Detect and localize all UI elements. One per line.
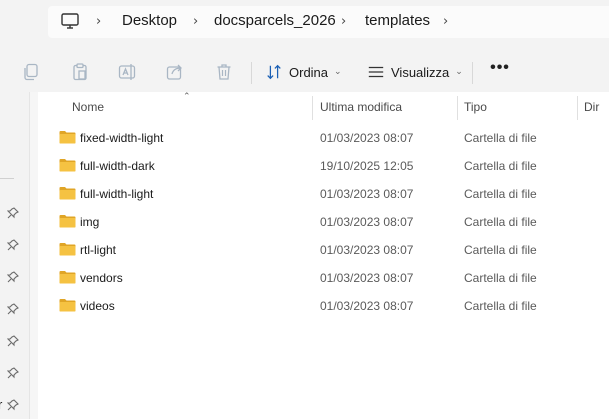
pin-icon[interactable] bbox=[6, 302, 19, 315]
file-row[interactable]: full-width-light 01/03/2023 08:07 Cartel… bbox=[38, 180, 609, 208]
view-label: Visualizza bbox=[391, 64, 450, 80]
file-name: videos bbox=[80, 299, 115, 313]
view-icon bbox=[368, 66, 384, 78]
toolbar-divider bbox=[251, 62, 252, 84]
chevron-right-icon[interactable]: › bbox=[443, 14, 448, 29]
address-bar: › Desktop › docsparcels_2026 › templates… bbox=[0, 0, 609, 44]
file-type: Cartella di file bbox=[464, 131, 537, 145]
folder-icon bbox=[59, 270, 76, 284]
file-row[interactable]: rtl-light 01/03/2023 08:07 Cartella di f… bbox=[38, 236, 609, 264]
pane-splitter[interactable] bbox=[30, 92, 38, 419]
file-row[interactable]: full-width-dark 19/10/2025 12:05 Cartell… bbox=[38, 152, 609, 180]
file-type: Cartella di file bbox=[464, 271, 537, 285]
copy-icon[interactable] bbox=[21, 62, 41, 82]
pin-icon[interactable] bbox=[6, 366, 19, 379]
column-header-modified[interactable]: Ultima modifica bbox=[320, 100, 402, 114]
file-row[interactable]: fixed-width-light 01/03/2023 08:07 Carte… bbox=[38, 124, 609, 152]
file-type: Cartella di file bbox=[464, 299, 537, 313]
breadcrumb-desktop[interactable]: Desktop bbox=[122, 12, 177, 29]
file-type: Cartella di file bbox=[464, 159, 537, 173]
chevron-down-icon: ⌄ bbox=[455, 67, 463, 77]
breadcrumb-templates[interactable]: templates bbox=[365, 12, 430, 29]
column-header-size[interactable]: Dir bbox=[584, 100, 599, 114]
file-type: Cartella di file bbox=[464, 243, 537, 257]
column-header-name[interactable]: Nome bbox=[72, 100, 104, 114]
file-name: full-width-dark bbox=[80, 159, 155, 173]
file-type: Cartella di file bbox=[464, 215, 537, 229]
sort-ascending-icon: ⌃ bbox=[183, 92, 191, 102]
folder-icon bbox=[59, 214, 76, 228]
this-pc-icon[interactable] bbox=[60, 11, 80, 31]
paste-icon[interactable] bbox=[70, 62, 90, 82]
file-row[interactable]: videos 01/03/2023 08:07 Cartella di file bbox=[38, 292, 609, 320]
more-options-button[interactable]: ••• bbox=[488, 60, 512, 83]
share-icon[interactable] bbox=[165, 62, 185, 82]
pin-icon[interactable] bbox=[6, 270, 19, 283]
pin-icon[interactable] bbox=[6, 238, 19, 251]
folder-icon bbox=[59, 130, 76, 144]
file-name: img bbox=[80, 215, 100, 229]
file-modified: 01/03/2023 08:07 bbox=[320, 299, 414, 313]
pin-icon[interactable] bbox=[6, 334, 19, 347]
file-modified: 01/03/2023 08:07 bbox=[320, 215, 414, 229]
delete-icon[interactable] bbox=[214, 62, 234, 82]
sort-label: Ordina bbox=[289, 64, 329, 80]
file-modified: 01/03/2023 08:07 bbox=[320, 243, 414, 257]
column-separator[interactable] bbox=[577, 96, 578, 120]
folder-icon bbox=[59, 298, 76, 312]
column-header-type[interactable]: Tipo bbox=[464, 100, 487, 114]
folder-icon bbox=[59, 242, 76, 256]
sort-button[interactable]: Ordina ⌄ bbox=[265, 59, 342, 85]
file-type: Cartella di file bbox=[464, 187, 537, 201]
nav-divider bbox=[0, 178, 14, 179]
breadcrumb-docsparcels[interactable]: docsparcels_2026 bbox=[214, 12, 336, 29]
file-name: full-width-light bbox=[80, 187, 154, 201]
chevron-down-icon: ⌄ bbox=[334, 67, 342, 77]
sort-icon bbox=[267, 64, 281, 80]
chevron-right-icon[interactable]: › bbox=[96, 14, 101, 29]
file-modified: 01/03/2023 08:07 bbox=[320, 131, 414, 145]
file-modified: 01/03/2023 08:07 bbox=[320, 271, 414, 285]
pin-icon[interactable] bbox=[6, 206, 19, 219]
pin-icon[interactable] bbox=[6, 398, 19, 411]
folder-icon bbox=[59, 186, 76, 200]
chevron-right-icon[interactable]: › bbox=[193, 14, 198, 29]
file-row[interactable]: img 01/03/2023 08:07 Cartella di file bbox=[38, 208, 609, 236]
nav-item-truncated[interactable]: r bbox=[0, 397, 2, 412]
rename-icon[interactable] bbox=[117, 62, 137, 82]
file-row[interactable]: vendors 01/03/2023 08:07 Cartella di fil… bbox=[38, 264, 609, 292]
file-name: rtl-light bbox=[80, 243, 117, 257]
column-separator[interactable] bbox=[457, 96, 458, 120]
column-separator[interactable] bbox=[312, 96, 313, 120]
toolbar-divider bbox=[472, 62, 473, 84]
view-button[interactable]: Visualizza ⌄ bbox=[367, 59, 463, 85]
file-name: vendors bbox=[80, 271, 123, 285]
file-modified: 19/10/2025 12:05 bbox=[320, 159, 414, 173]
file-modified: 01/03/2023 08:07 bbox=[320, 187, 414, 201]
folder-icon bbox=[59, 158, 76, 172]
chevron-right-icon[interactable]: › bbox=[341, 14, 346, 29]
file-name: fixed-width-light bbox=[80, 131, 164, 145]
